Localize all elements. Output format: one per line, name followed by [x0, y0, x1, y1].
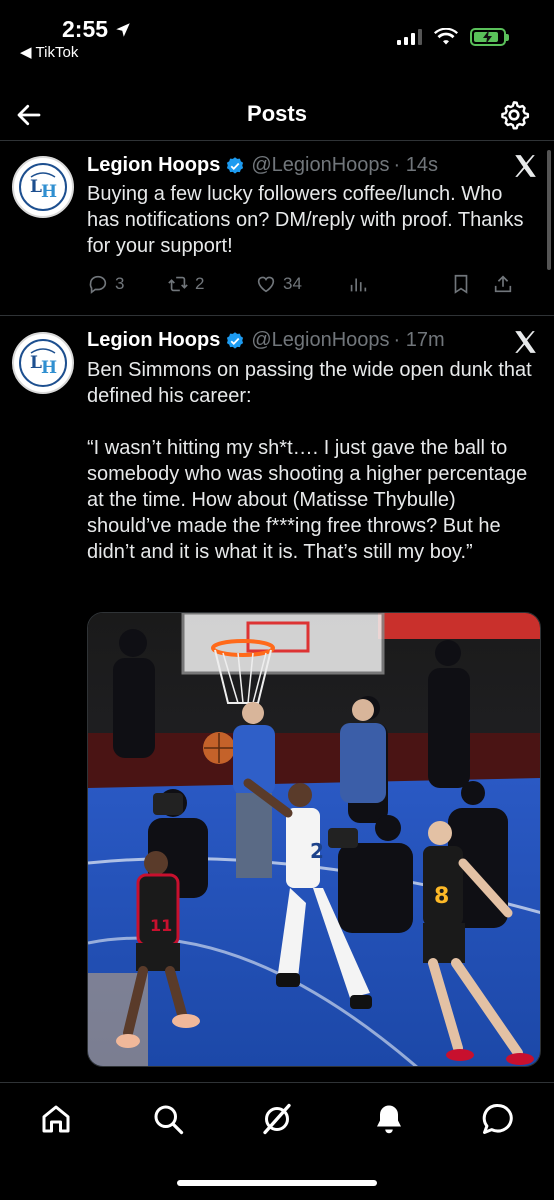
avatar[interactable]: L H [12, 156, 74, 218]
battery-icon [470, 28, 509, 46]
posts-header: Posts [0, 90, 554, 140]
reply-icon [89, 275, 107, 294]
verified-badge-icon [227, 331, 244, 349]
repost-icon [168, 276, 188, 292]
search-icon[interactable] [150, 1101, 186, 1137]
post-header: Legion Hoops @LegionHoops · 14s [87, 154, 438, 177]
messages-icon[interactable] [480, 1101, 516, 1137]
legion-hoops-logo-icon: L H [19, 339, 67, 387]
share-button[interactable] [492, 273, 514, 295]
svg-text:8: 8 [434, 884, 449, 909]
author-handle[interactable]: @LegionHoops [251, 154, 389, 177]
author-name[interactable]: Legion Hoops [87, 154, 220, 177]
svg-text:11: 11 [150, 916, 172, 935]
repost-count: 2 [195, 274, 205, 293]
cellular-signal-icon [397, 29, 422, 45]
heart-icon [257, 276, 275, 293]
post[interactable]: L H Legion Hoops @LegionHoops · 14s Buyi… [0, 140, 554, 315]
home-indicator[interactable] [177, 1180, 377, 1186]
verified-badge-icon [227, 156, 244, 174]
post-image[interactable]: 2 11 8 [87, 612, 541, 1067]
svg-text:H: H [41, 358, 57, 378]
avatar[interactable]: L H [12, 332, 74, 394]
author-name[interactable]: Legion Hoops [87, 329, 220, 352]
reply-count: 3 [115, 274, 125, 293]
post-time: · 14s [393, 154, 438, 176]
bookmark-icon [454, 274, 468, 294]
repost-button[interactable]: 2 [167, 273, 255, 295]
reply-button[interactable]: 3 [87, 273, 167, 295]
bell-icon[interactable] [371, 1101, 407, 1137]
like-count: 34 [283, 274, 302, 293]
svg-text:2: 2 [310, 839, 324, 863]
home-icon[interactable] [38, 1101, 74, 1137]
post-header: Legion Hoops @LegionHoops · 17m [87, 329, 445, 352]
location-arrow-icon [116, 22, 130, 37]
charging-bolt-icon [483, 30, 492, 44]
status-bar: 2:55 ◀ TikTok [0, 0, 554, 70]
post-time: · 17m [393, 329, 445, 351]
post-text: Buying a few lucky followers coffee/lunc… [87, 183, 530, 257]
status-icons [397, 28, 509, 46]
analytics-icon [350, 278, 367, 292]
page-title: Posts [247, 101, 307, 126]
wifi-icon [434, 28, 458, 45]
grok-icon[interactable] [259, 1101, 295, 1137]
basketball-photo: 2 11 8 [88, 613, 540, 1066]
svg-text:H: H [41, 182, 57, 202]
x-logo-icon [515, 155, 536, 177]
bookmark-button[interactable] [450, 273, 492, 295]
views-button[interactable] [347, 273, 450, 295]
legion-hoops-logo-icon: L H [19, 163, 67, 211]
back-to-app-link[interactable]: ◀ TikTok [20, 43, 78, 62]
like-button[interactable]: 34 [255, 273, 347, 295]
share-icon [494, 275, 512, 293]
back-triangle-icon: ◀ [20, 44, 32, 61]
author-handle[interactable]: @LegionHoops [251, 329, 389, 352]
status-time: 2:55 [62, 16, 132, 43]
post-actions: 3 2 34 [87, 271, 542, 297]
x-logo-icon [515, 331, 536, 353]
gear-icon[interactable] [498, 99, 530, 131]
post-text: Ben Simmons on passing the wide open dun… [87, 359, 532, 563]
